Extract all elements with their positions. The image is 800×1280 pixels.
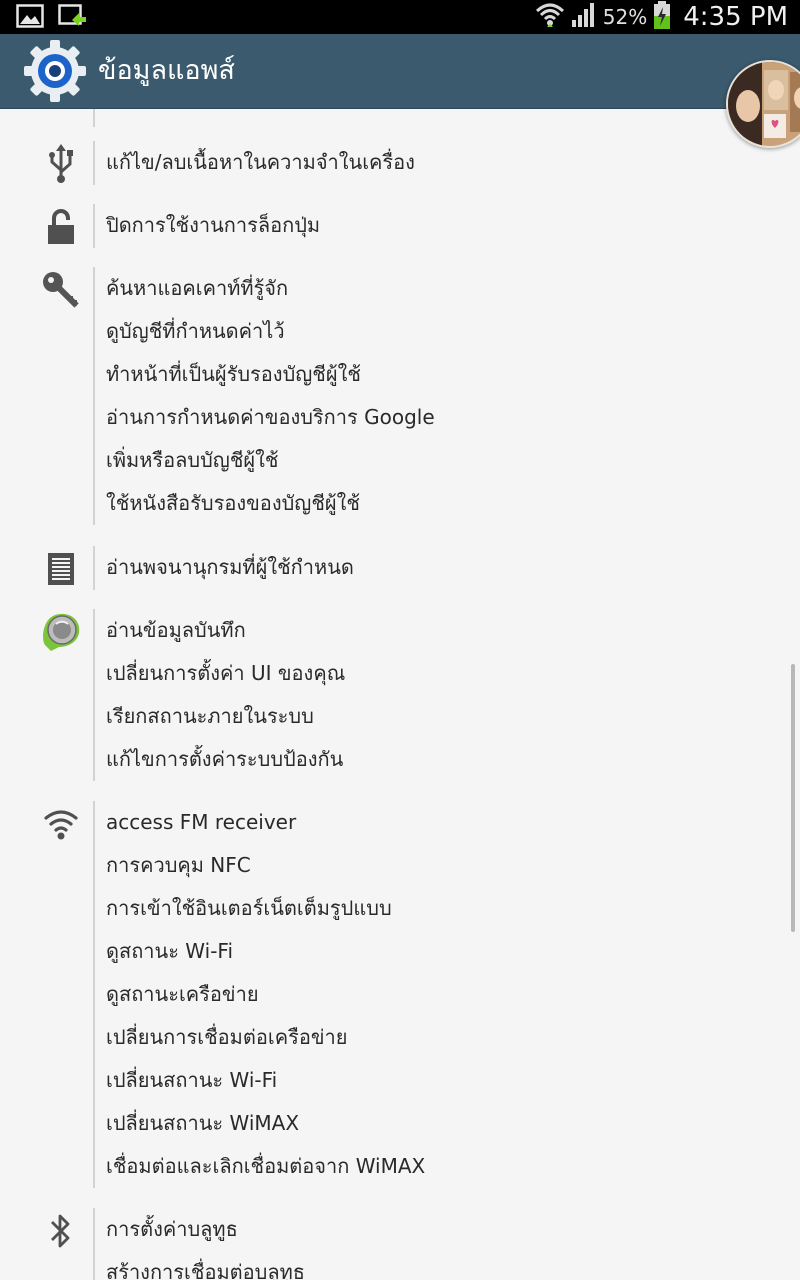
permission-item: เปลี่ยนสถานะ WiMAX [106, 1111, 300, 1135]
battery-percent: 52% [602, 5, 648, 29]
permission-item: การตั้งค่าบลูทูธ [106, 1217, 238, 1241]
system-tools-icon [38, 609, 84, 655]
permission-item: ใช้หนังสือรับรองของบัญชีผู้ใช้ [106, 491, 360, 515]
signal-icon [571, 3, 597, 31]
clock: 4:35 PM [683, 2, 788, 32]
sync-icon [58, 4, 88, 34]
permission-item: access FM receiver [106, 810, 297, 834]
permissions-list[interactable]: แก้ไข/ลบเนื้อหาในความจำในเครื่อง ปิดการใ… [0, 109, 800, 1280]
permission-item: เพิ่มหรือลบบัญชีผู้ใช้ [106, 448, 279, 472]
page-title: ข้อมูลแอพส์ [98, 55, 235, 86]
gallery-icon [16, 4, 44, 34]
permission-item: เปลี่ยนสถานะ Wi-Fi [106, 1068, 278, 1092]
permission-item: อ่านข้อมูลบันทึก [106, 618, 246, 642]
settings-gear-icon[interactable] [22, 38, 88, 104]
key-icon [38, 267, 84, 313]
permission-item: แก้ไข/ลบเนื้อหาในความจำในเครื่อง [106, 150, 415, 174]
permission-item: ค้นหาแอคเคาท์ที่รู้จัก [106, 276, 289, 300]
permission-item: เรียกสถานะภายในระบบ [106, 704, 314, 728]
wifi-status-icon [535, 1, 565, 33]
permission-item: การเข้าใช้อินเตอร์เน็ตเต็มรูปแบบ [106, 896, 392, 920]
permission-item: เปลี่ยนการเชื่อมต่อเครือข่าย [106, 1025, 348, 1049]
permission-item: ปิดการใช้งานการล็อกปุ่ม [106, 213, 321, 237]
permission-item: เปลี่ยนการตั้งค่า UI ของคุณ [106, 661, 346, 685]
permission-item: อ่านพจนานุกรมที่ผู้ใช้กำหนด [106, 555, 354, 579]
action-bar: ข้อมูลแอพส์ [0, 34, 800, 109]
permission-item: เชื่อมต่อและเลิกเชื่อมต่อจาก WiMAX [106, 1154, 426, 1178]
permission-item: ดูบัญชีที่กำหนดค่าไว้ [106, 319, 285, 343]
permission-item: สร้างการเชื่อมต่อบลูทูธ [106, 1260, 305, 1280]
wifi-icon [38, 801, 84, 847]
lock-icon [38, 204, 84, 250]
permission-item: ทำหน้าที่เป็นผู้รับรองบัญชีผู้ใช้ [106, 362, 361, 386]
battery-charging-icon [653, 1, 671, 33]
permission-item: ดูสถานะ Wi-Fi [106, 939, 234, 963]
permission-item: ดูสถานะเครือข่าย [106, 982, 259, 1006]
permission-item: แก้ไขการตั้งค่าระบบป้องกัน [106, 747, 344, 771]
usb-icon [38, 141, 84, 187]
permission-item: อ่านการกำหนดค่าของบริการ Google [106, 405, 435, 429]
permission-item: การควบคุม NFC [106, 853, 251, 877]
dictionary-icon [38, 546, 84, 592]
status-bar: 52% 4:35 PM [0, 0, 800, 34]
permission-group-partial [0, 109, 790, 127]
bluetooth-icon [38, 1208, 84, 1254]
scrollbar[interactable] [791, 664, 795, 932]
